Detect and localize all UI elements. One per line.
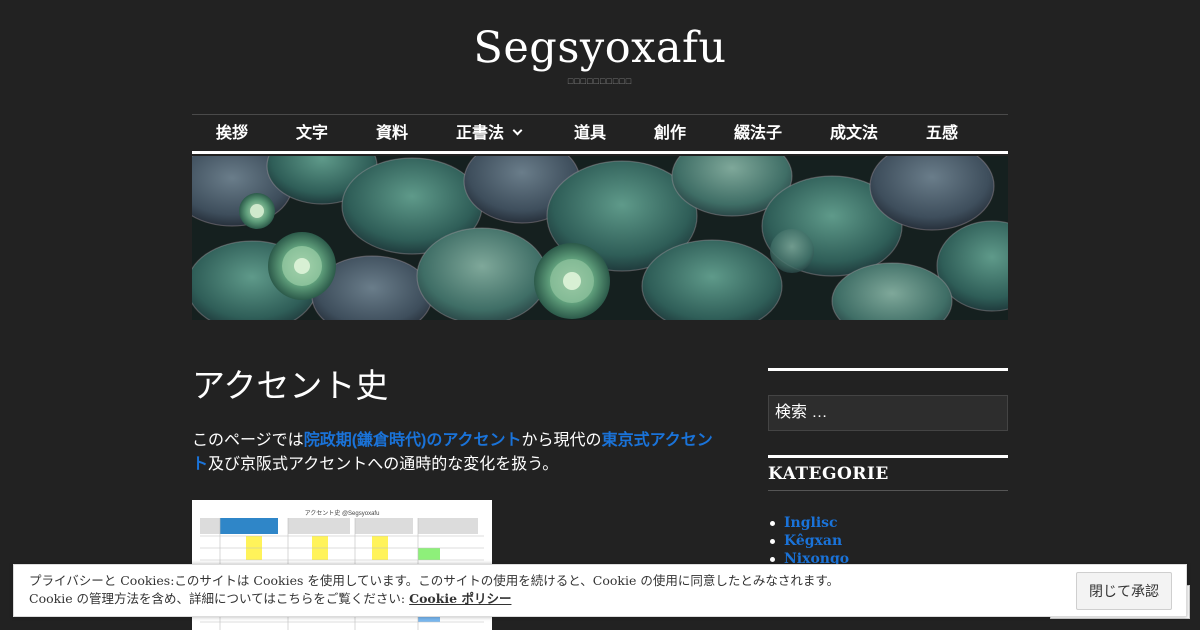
nav-item-label: 成文法: [830, 125, 879, 142]
nav-item-label: 五感: [926, 125, 959, 142]
nav-item-creation[interactable]: 創作: [654, 123, 686, 145]
category-item-inglisc[interactable]: Inglisc: [768, 514, 1008, 532]
site-title[interactable]: Segsyoxafu: [473, 22, 726, 74]
site-header: Segsyoxafu □□□□□□□□□□: [0, 0, 1200, 114]
search-input[interactable]: [768, 395, 1008, 431]
page-title: アクセント史: [192, 367, 389, 404]
cookie-text: プライバシーと Cookies:このサイトは Cookies を使用しています。…: [29, 572, 839, 608]
cookie-notice-line: プライバシーと Cookies:このサイトは Cookies を使用しています。…: [29, 573, 840, 588]
nav-item-greeting[interactable]: 挨拶: [216, 123, 248, 145]
nav-item-label: 道具: [574, 125, 607, 142]
intro-text: 及び京阪式アクセントへの通時的な変化を扱う。: [208, 456, 559, 473]
categories-title: KATEGORIE: [768, 462, 1008, 491]
nav-item-orthography[interactable]: 正書法: [456, 123, 523, 145]
intro-text: このページでは: [192, 432, 304, 449]
nav-item-label: 資料: [376, 125, 409, 142]
chevron-down-icon: [512, 125, 523, 136]
site-description: □□□□□□□□□□: [567, 76, 633, 86]
header-banner-image: [192, 156, 1008, 320]
nav-item-materials[interactable]: 資料: [376, 123, 408, 145]
category-item-kegxan[interactable]: Kêgxan: [768, 532, 1008, 550]
cookie-banner: プライバシーと Cookies:このサイトは Cookies を使用しています。…: [13, 564, 1187, 617]
cookie-accept-button[interactable]: 閉じて承認: [1076, 572, 1172, 610]
main-navigation: 挨拶 文字 資料 正書法 道具 創作 綴法子 成文法 五感: [192, 114, 1008, 154]
nav-item-letters[interactable]: 文字: [296, 123, 328, 145]
cookie-notice-line: Cookie の管理方法を含め、詳細についてはこちらをご覧ください:: [29, 591, 410, 606]
widget-divider: [768, 455, 1008, 458]
nav-item-senses[interactable]: 五感: [926, 123, 958, 145]
nav-item-tools[interactable]: 道具: [574, 123, 606, 145]
category-list: Inglisc Kêgxan Nixongo: [768, 514, 1008, 568]
nav-item-label: 文字: [296, 125, 329, 142]
cookie-policy-link[interactable]: Cookie ポリシー: [409, 591, 511, 606]
article-intro: このページでは院政期(鎌倉時代)のアクセントから現代の東京式アクセント及び京阪式…: [192, 429, 722, 477]
widget-divider: [768, 368, 1008, 371]
nav-item-label: 挨拶: [216, 125, 249, 142]
intro-text: から現代の: [521, 432, 602, 449]
image-caption: アクセント史 @Segsyoxafu: [304, 511, 380, 517]
nav-item-spelling[interactable]: 綴法子: [734, 123, 782, 145]
nav-item-label: 正書法: [456, 125, 505, 142]
nav-item-grammar[interactable]: 成文法: [830, 123, 878, 145]
nav-item-label: 綴法子: [734, 125, 783, 142]
link-insei-accent[interactable]: 院政期(鎌倉時代)のアクセント: [304, 432, 522, 449]
nav-item-label: 創作: [654, 125, 687, 142]
